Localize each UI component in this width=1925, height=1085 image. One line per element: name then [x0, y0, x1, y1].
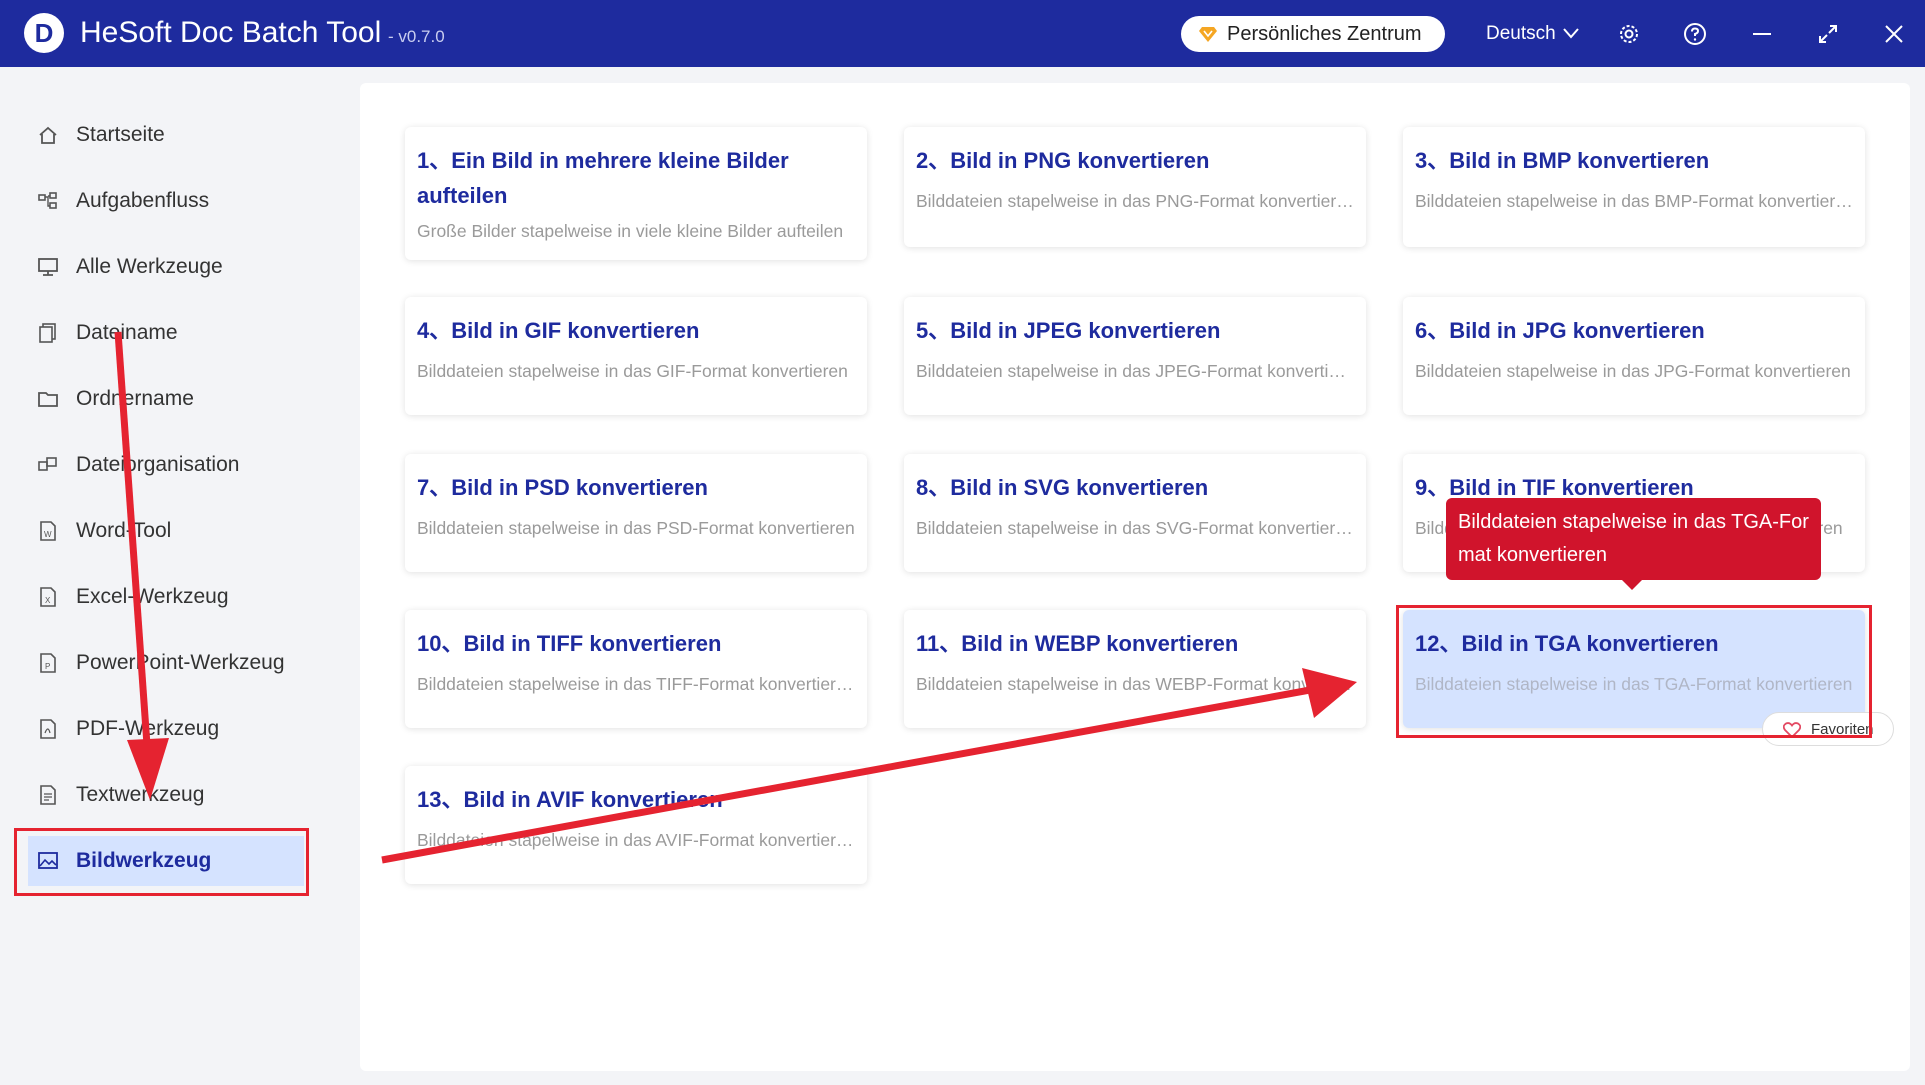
tool-card[interactable]: 1、Ein Bild in mehrere kleine Bilder auft…: [405, 127, 867, 260]
sidebar-item[interactable]: Aufgabenfluss: [28, 176, 304, 226]
app-logo: D: [24, 13, 64, 53]
tool-card-description: Bilddateien stapelweise in das TIFF-Form…: [417, 674, 855, 694]
language-select[interactable]: Deutsch: [1486, 23, 1556, 45]
tool-card-title: 2、Bild in PNG konvertieren: [916, 148, 1210, 173]
annotation-box-sidebar: [14, 828, 309, 896]
sidebar-item[interactable]: X Excel-Werkzeug: [28, 572, 304, 622]
sidebar-item-label: Textwerkzeug: [76, 783, 205, 806]
tool-card-description: Bilddateien stapelweise in das PSD-Forma…: [417, 518, 855, 538]
tool-card-title: 8、Bild in SVG konvertieren: [916, 475, 1209, 500]
sidebar-item[interactable]: Dateiname: [28, 308, 304, 358]
sidebar-item-label: Startseite: [76, 123, 165, 146]
svg-text:X: X: [45, 596, 51, 605]
sidebar-item[interactable]: P PowerPoint-Werkzeug: [28, 638, 304, 688]
sidebar-item-label: Alle Werkzeuge: [76, 255, 223, 278]
chevron-down-icon[interactable]: [1563, 27, 1579, 39]
sidebar-item[interactable]: Alle Werkzeuge: [28, 242, 304, 292]
diamond-icon: [1199, 27, 1217, 42]
tooltip: Bilddateien stapelweise in das TGA-Forma…: [1446, 498, 1821, 580]
pdf-doc-icon: [40, 719, 56, 739]
home-icon: [39, 126, 57, 144]
tool-card-title: 1、Ein Bild in mehrere kleine Bilder auft…: [417, 148, 789, 208]
minimize-icon[interactable]: [1750, 22, 1774, 46]
help-icon[interactable]: [1683, 22, 1707, 46]
tool-card[interactable]: 5、Bild in JPEG konvertieren Bilddateien s…: [904, 297, 1366, 415]
ppt-doc-icon: P: [40, 653, 56, 673]
excel-doc-icon: X: [40, 587, 56, 607]
sidebar-item[interactable]: PDF-Werkzeug: [28, 704, 304, 754]
svg-text:P: P: [45, 662, 50, 671]
sidebar-item-label: PDF-Werkzeug: [76, 717, 220, 740]
tool-card-description: Bilddateien stapelweise in das WEBP-Form…: [916, 674, 1354, 694]
word-doc-icon: W: [40, 521, 56, 541]
personal-center-button[interactable]: Persönliches Zentrum: [1181, 16, 1445, 52]
sidebar-item-label: Word-Tool: [76, 519, 172, 542]
tool-card-title: 10、Bild in TIFF konvertieren: [417, 631, 722, 656]
tool-card-title: 7、Bild in PSD konvertieren: [417, 475, 708, 500]
tool-card-title: 6、Bild in JPG konvertieren: [1415, 318, 1705, 343]
gear-icon[interactable]: [1617, 22, 1641, 46]
sidebar-item-label: Dateiname: [76, 321, 178, 344]
tool-card-title: 4、Bild in GIF konvertieren: [417, 318, 700, 343]
tool-card-description: Bilddateien stapelweise in das AVIF-Form…: [417, 830, 855, 850]
tool-card[interactable]: 7、Bild in PSD konvertieren Bilddateien st…: [405, 454, 867, 572]
tool-card-title: 5、Bild in JPEG konvertieren: [916, 318, 1221, 343]
tool-card[interactable]: 8、Bild in SVG konvertieren Bilddateien st…: [904, 454, 1366, 572]
text-doc-icon: [40, 785, 56, 805]
monitor-icon: [38, 258, 58, 276]
tool-card[interactable]: 6、Bild in JPG konvertieren Bilddateien st…: [1403, 297, 1865, 415]
tool-card-description: Bilddateien stapelweise in das BMP-Forma…: [1415, 191, 1853, 211]
organize-icon: [38, 457, 57, 471]
tool-card[interactable]: 11、Bild in WEBP konvertieren Bilddateien …: [904, 610, 1366, 728]
tool-card-description: Bilddateien stapelweise in das JPG-Forma…: [1415, 361, 1851, 381]
svg-text:W: W: [44, 530, 52, 539]
file-copy-icon: [39, 323, 56, 343]
sidebar-item[interactable]: Textwerkzeug: [28, 770, 304, 820]
tooltip-arrow: [1622, 580, 1642, 590]
tool-card-title: 3、Bild in BMP konvertieren: [1415, 148, 1710, 173]
tool-card-description: Bilddateien stapelweise in das GIF-Forma…: [417, 361, 848, 381]
folder-icon: [38, 392, 58, 407]
app-title: HeSoft Doc Batch Tool: [80, 16, 382, 49]
tool-card[interactable]: 4、Bild in GIF konvertieren Bilddateien st…: [405, 297, 867, 415]
sidebar-item-label: PowerPoint-Werkzeug: [76, 651, 285, 674]
sidebar-item-label: Ordnername: [76, 387, 194, 410]
app-version: - v0.7.0: [388, 27, 445, 46]
tool-card-description: Große Bilder stapelweise in viele kleine…: [417, 221, 844, 241]
annotation-box-card: [1396, 605, 1872, 738]
tool-card[interactable]: 13、Bild in AVIF konvertieren Bilddateien …: [405, 766, 867, 884]
tool-card-title: 13、Bild in AVIF konvertieren: [417, 787, 723, 812]
tool-card-description: Bilddateien stapelweise in das JPEG-Form…: [916, 361, 1354, 381]
sidebar-item-label: Dateiorganisation: [76, 453, 240, 476]
close-icon[interactable]: [1882, 22, 1906, 46]
sidebar-item-label: Excel-Werkzeug: [76, 585, 229, 608]
sidebar-item[interactable]: Startseite: [28, 110, 304, 160]
sidebar-item[interactable]: Dateiorganisation: [28, 440, 304, 490]
maximize-icon[interactable]: [1816, 22, 1840, 46]
title-bar: D HeSoft Doc Batch Tool - v0.7.0 Persönl…: [0, 0, 1925, 67]
personal-center-label: Persönliches Zentrum: [1227, 23, 1422, 45]
workflow-icon: [38, 192, 57, 209]
tool-card[interactable]: 10、Bild in TIFF konvertieren Bilddateien …: [405, 610, 867, 728]
sidebar: Startseite Aufgabenfluss Alle Werkzeuge Dat…: [4, 70, 305, 1085]
sidebar-item-label: Aufgabenfluss: [76, 189, 210, 212]
tool-card[interactable]: 2、Bild in PNG konvertieren Bilddateien st…: [904, 127, 1366, 247]
tool-card-description: Bilddateien stapelweise in das PNG-Forma…: [916, 191, 1354, 211]
sidebar-item[interactable]: Ordnername: [28, 374, 304, 424]
sidebar-item[interactable]: W Word-Tool: [28, 506, 304, 556]
tool-card[interactable]: 3、Bild in BMP konvertieren Bilddateien st…: [1403, 127, 1865, 247]
tool-card-title: 11、Bild in WEBP konvertieren: [916, 631, 1239, 656]
tool-card-description: Bilddateien stapelweise in das SVG-Forma…: [916, 518, 1354, 538]
